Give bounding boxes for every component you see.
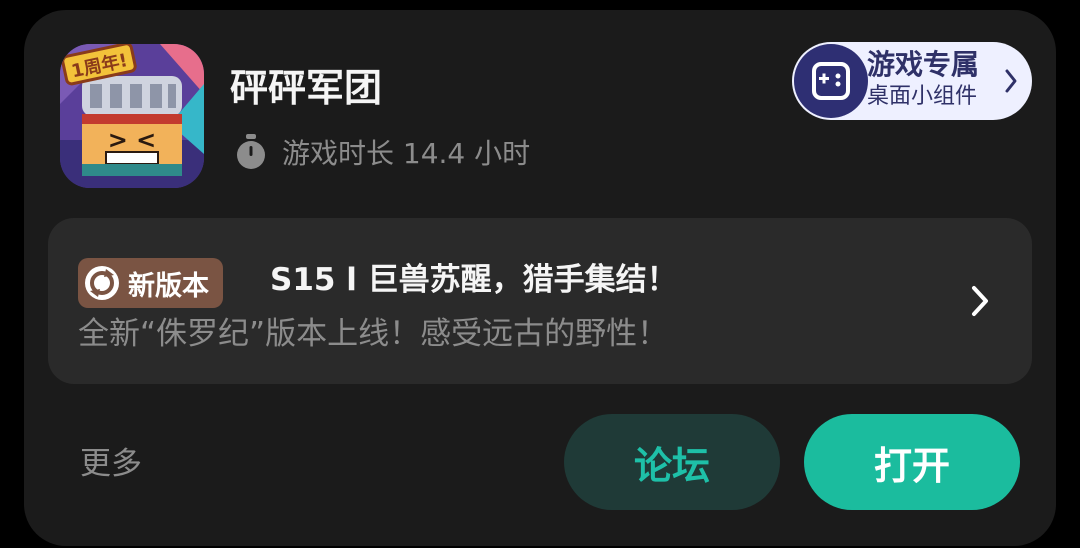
desktop-widget-button[interactable]: 游戏专属 桌面小组件 — [792, 42, 1032, 120]
app-icon[interactable]: > < 1周年! — [60, 44, 204, 188]
app-title: 砰砰军团 — [230, 66, 383, 110]
svg-text:> <: > < — [108, 126, 157, 154]
app-icon-artwork: > < 1周年! — [60, 44, 204, 188]
chevron-right-icon — [1005, 69, 1017, 93]
news-banner[interactable]: 新版本 S15 l 巨兽苏醒，猎手集结！ 全新“侏罗纪”版本上线！感受远古的野性… — [48, 218, 1032, 384]
playtime-text: 游戏时长 14.4 小时 — [282, 137, 531, 170]
widget-subtitle: 桌面小组件 — [867, 84, 978, 109]
game-card: > < 1周年! 砰砰军团 游戏时长 14.4 小时 游戏专属 桌面小组件 新版… — [24, 10, 1056, 546]
badge-label: 新版本 — [128, 270, 209, 302]
chevron-right-icon — [972, 286, 988, 316]
playtime-row: 游戏时长 14.4 小时 — [232, 132, 530, 172]
more-link[interactable]: 更多 — [80, 444, 142, 484]
news-title: S15 l 巨兽苏醒，猎手集结！ — [270, 262, 678, 298]
forum-button[interactable]: 论坛 — [564, 414, 780, 510]
stopwatch-icon — [232, 132, 270, 172]
gamepad-icon — [794, 44, 868, 118]
open-button[interactable]: 打开 — [804, 414, 1020, 510]
news-subtitle: 全新“侏罗纪”版本上线！感受远古的野性！ — [78, 316, 669, 352]
refresh-icon — [85, 266, 119, 300]
widget-title: 游戏专属 — [867, 48, 980, 81]
new-version-badge: 新版本 — [78, 258, 223, 308]
